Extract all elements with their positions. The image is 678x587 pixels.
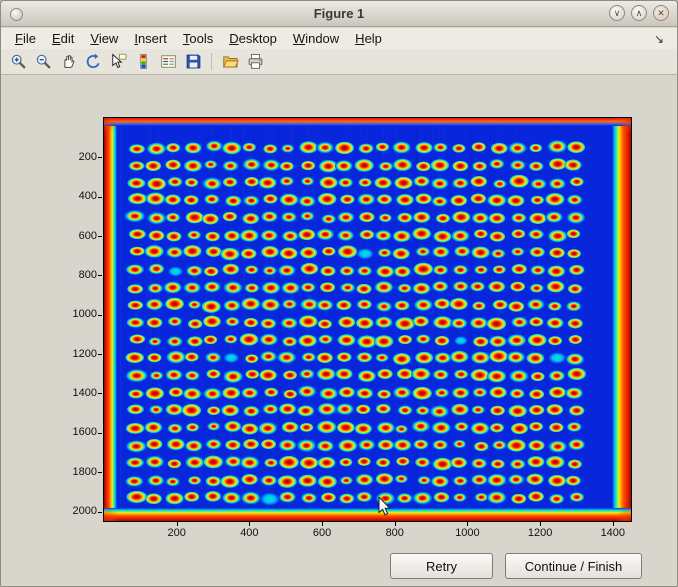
menubar: FileEditViewInsertToolsDesktopWindowHelp… bbox=[1, 28, 677, 49]
retry-button[interactable]: Retry bbox=[390, 553, 493, 579]
zoom-in-button[interactable] bbox=[6, 51, 30, 73]
menu-item-view[interactable]: View bbox=[82, 30, 126, 47]
rotate-3d-button[interactable] bbox=[81, 51, 105, 73]
window-title: Figure 1 bbox=[1, 1, 677, 26]
menu-item-edit[interactable]: Edit bbox=[44, 30, 82, 47]
maximize-icon: ∧ bbox=[636, 8, 643, 18]
save-icon bbox=[185, 53, 202, 70]
minimize-button[interactable]: ∨ bbox=[609, 5, 625, 21]
open-icon bbox=[222, 53, 239, 70]
save-button[interactable] bbox=[181, 51, 205, 73]
zoom-in-icon bbox=[10, 53, 27, 70]
continue-finish-button[interactable]: Continue / Finish bbox=[505, 553, 642, 579]
toolbar bbox=[1, 49, 677, 75]
menu-item-tools[interactable]: Tools bbox=[175, 30, 221, 47]
titlebar[interactable]: Figure 1 ∨ ∧ ✕ bbox=[1, 1, 677, 27]
legend-icon bbox=[160, 53, 177, 70]
menu-item-desktop[interactable]: Desktop bbox=[221, 30, 285, 47]
toolbar-separator bbox=[211, 53, 212, 70]
figure-window: Figure 1 ∨ ∧ ✕ FileEditViewInsertToolsDe… bbox=[0, 0, 678, 587]
heatmap-canvas[interactable] bbox=[104, 118, 631, 521]
open-button[interactable] bbox=[218, 51, 242, 73]
menu-item-window[interactable]: Window bbox=[285, 30, 347, 47]
print-icon bbox=[247, 53, 264, 70]
menu-item-file[interactable]: File bbox=[7, 30, 44, 47]
close-button[interactable]: ✕ bbox=[653, 5, 669, 21]
close-icon: ✕ bbox=[657, 8, 665, 18]
rotate-3d-icon bbox=[85, 53, 102, 70]
colorbar-icon bbox=[135, 53, 152, 70]
colorbar-button[interactable] bbox=[131, 51, 155, 73]
menu-item-insert[interactable]: Insert bbox=[126, 30, 175, 47]
legend-button[interactable] bbox=[156, 51, 180, 73]
maximize-button[interactable]: ∧ bbox=[631, 5, 647, 21]
zoom-out-button[interactable] bbox=[31, 51, 55, 73]
pan-icon bbox=[60, 53, 77, 70]
axes-image bbox=[103, 117, 632, 522]
zoom-out-icon bbox=[35, 53, 52, 70]
menu-item-help[interactable]: Help bbox=[347, 30, 390, 47]
data-cursor-icon bbox=[110, 53, 127, 70]
data-cursor-button[interactable] bbox=[106, 51, 130, 73]
minimize-icon: ∨ bbox=[614, 8, 621, 18]
dock-figure-button[interactable]: ↘ bbox=[648, 28, 670, 51]
print-button[interactable] bbox=[243, 51, 267, 73]
pan-button[interactable] bbox=[56, 51, 80, 73]
